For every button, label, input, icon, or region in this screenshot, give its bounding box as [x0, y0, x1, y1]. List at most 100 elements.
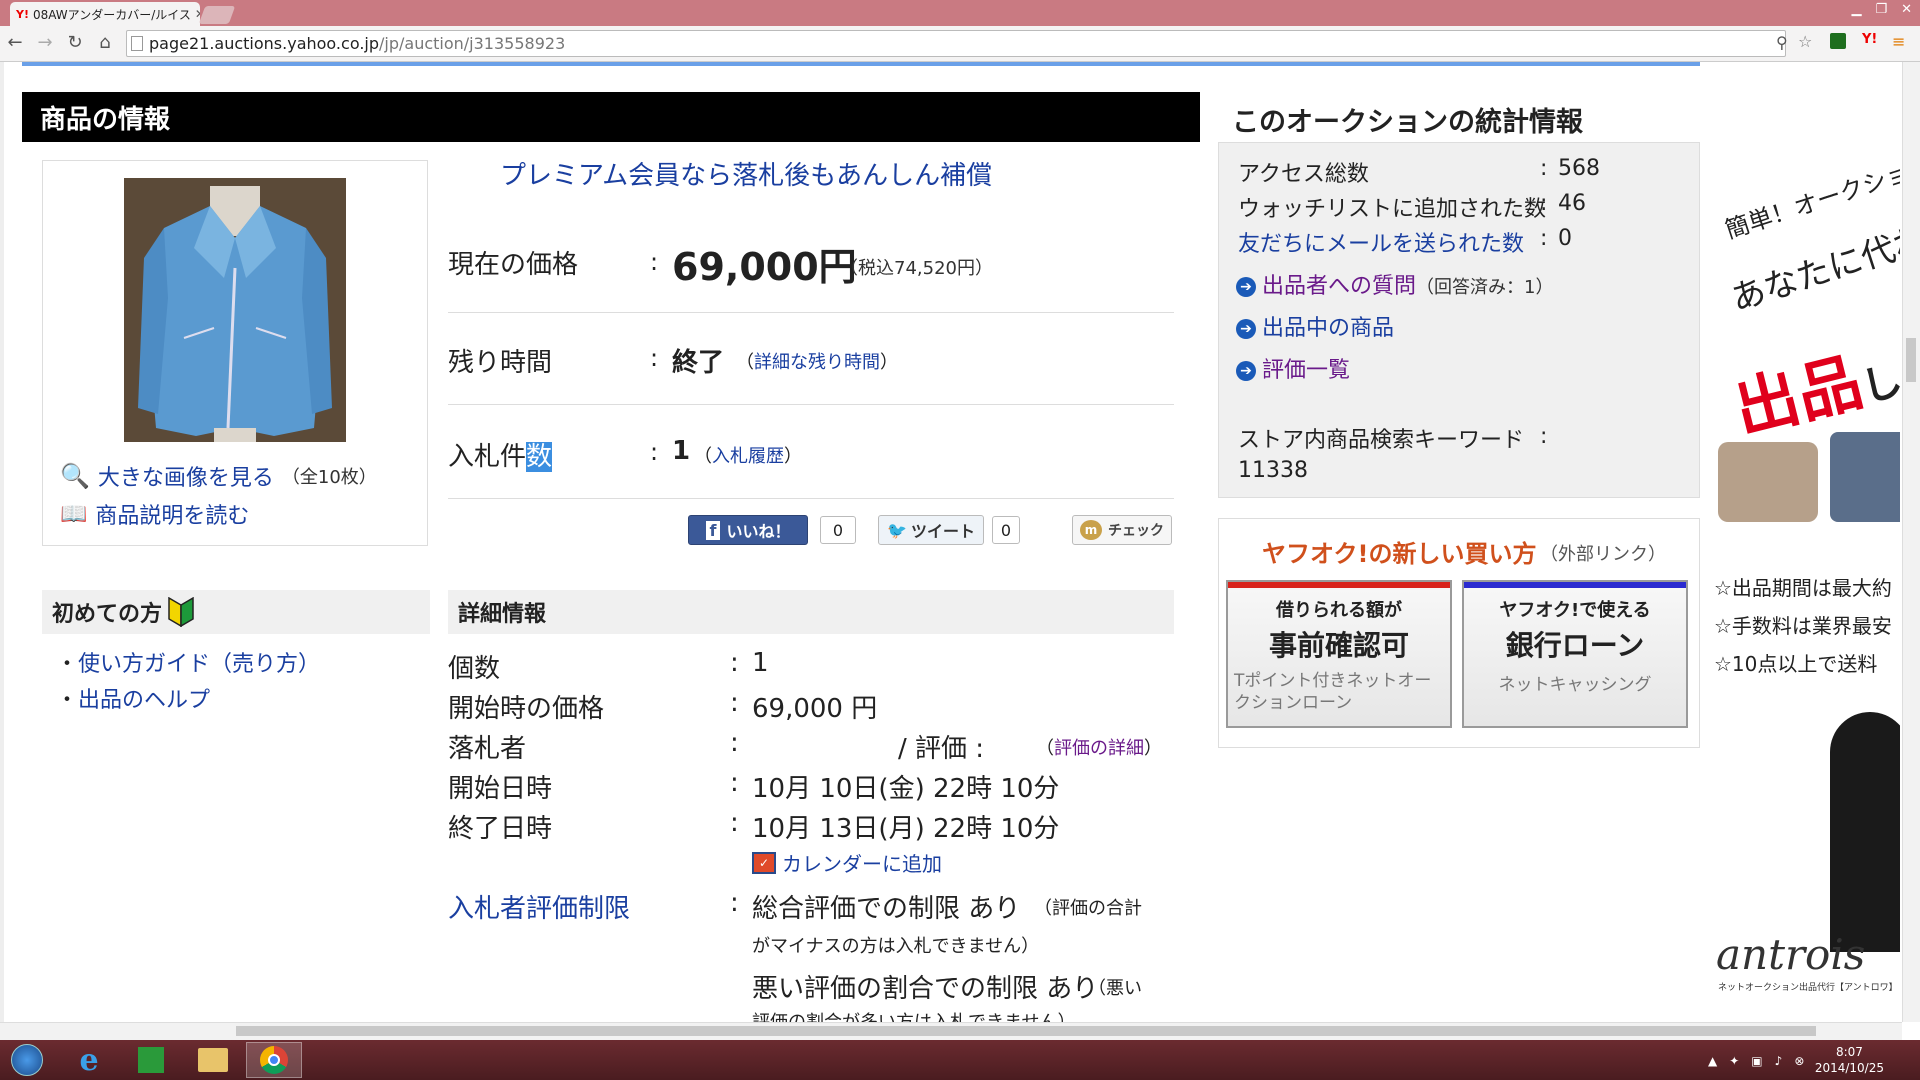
- colon: :: [650, 248, 659, 276]
- close-window-icon[interactable]: ✕: [1901, 2, 1912, 17]
- view-large-label: 大きな画像を見る: [97, 466, 274, 491]
- colon: :: [730, 808, 739, 838]
- store-taskbar-button[interactable]: [126, 1042, 176, 1078]
- restore-icon[interactable]: ❐: [1875, 2, 1887, 17]
- add-calendar-link[interactable]: ✓ カレンダーに追加: [752, 848, 942, 877]
- help-link[interactable]: 出品のヘルプ: [78, 688, 210, 713]
- card1-top: 借りられる額が: [1276, 600, 1402, 621]
- tweet-button[interactable]: 🐦 ツイート: [878, 515, 984, 545]
- guide-item[interactable]: ・使い方ガイド（売り方）: [56, 646, 320, 678]
- network-icon[interactable]: ▣: [1751, 1054, 1762, 1068]
- help-item[interactable]: ・出品のヘルプ: [56, 682, 210, 714]
- window-controls: ▁ ❐ ✕: [1851, 2, 1912, 17]
- back-icon[interactable]: ←: [4, 32, 26, 53]
- vertical-scroll-thumb[interactable]: [1906, 338, 1916, 382]
- tray-app-icon[interactable]: ✦: [1729, 1054, 1739, 1068]
- reload-icon[interactable]: ↻: [64, 32, 86, 53]
- start-button[interactable]: [2, 1042, 52, 1078]
- ie-taskbar-button[interactable]: e: [64, 1042, 114, 1078]
- close-tab-icon[interactable]: ✕: [195, 7, 200, 21]
- card2-top: ヤフオク!で使える: [1499, 600, 1651, 621]
- internet-explorer-icon: e: [79, 1042, 99, 1078]
- tray-arrow-icon[interactable]: ▲: [1708, 1054, 1717, 1068]
- mixi-check-button[interactable]: m チェック: [1072, 515, 1172, 545]
- bidder-restriction-link[interactable]: 入札者評価制限: [448, 888, 630, 925]
- loan-card-bank[interactable]: ヤフオク!で使える 銀行ローン ネットキャッシング: [1462, 580, 1688, 728]
- question-link[interactable]: ➔ 出品者への質問（回答済み：1）: [1236, 268, 1553, 300]
- bookmark-star-icon[interactable]: ☆: [1798, 32, 1812, 51]
- read-description-label: 商品説明を読む: [95, 504, 250, 529]
- premium-guarantee-link[interactable]: プレミアム会員なら落札後もあんしん補償: [500, 155, 992, 192]
- arrow-circle-icon: ➔: [1236, 361, 1256, 381]
- watch-label: ウォッチリストに追加された数: [1238, 197, 1547, 222]
- home-icon[interactable]: ⌂: [94, 32, 116, 53]
- facebook-like-button[interactable]: f いいね！: [688, 515, 808, 545]
- card2-main: 銀行ローン: [1505, 629, 1645, 662]
- horizontal-scroll-thumb[interactable]: [236, 1026, 1816, 1036]
- address-bar[interactable]: page21.auctions.yahoo.co.jp/jp/auction/j…: [126, 30, 1786, 57]
- new-way-note: （外部リンク）: [1540, 544, 1666, 565]
- menu-icon[interactable]: ≡: [1892, 32, 1905, 51]
- tab-strip: [0, 0, 1920, 26]
- start-time-value: 10月 10日(金) 22時 10分: [752, 774, 1060, 804]
- chrome-taskbar-button[interactable]: [246, 1042, 302, 1078]
- twitter-bird-icon: 🐦: [887, 520, 907, 540]
- tweet-label: ツイート: [910, 522, 975, 541]
- taskbar-clock[interactable]: 8:07 2014/10/25: [1815, 1044, 1884, 1076]
- ratings-link[interactable]: ➔ 評価一覧: [1236, 352, 1350, 384]
- restriction-ratio-note-a: （悪い: [1088, 978, 1142, 999]
- price-with-tax: （税込74,520円）: [840, 258, 993, 279]
- extension-icon[interactable]: [1830, 33, 1846, 49]
- zoom-icon[interactable]: ⚲: [1776, 33, 1788, 52]
- card1-sub: Tポイント付きネットオークションローン: [1234, 671, 1432, 713]
- url-path: /jp/auction/j313558923: [379, 34, 566, 53]
- listings-label: 出品中の商品: [1262, 316, 1395, 341]
- product-info-header: 商品の情報: [22, 92, 1200, 142]
- bid-history-link[interactable]: 入札履歴: [712, 446, 784, 467]
- yahoo-extension-icon[interactable]: Y!: [1862, 32, 1877, 47]
- explorer-taskbar-button[interactable]: [188, 1042, 238, 1078]
- view-large-image-link[interactable]: 🔍 大きな画像を見る （全10枚）: [60, 460, 377, 492]
- time-detail-link[interactable]: 詳細な残り時間: [754, 352, 880, 373]
- loan-card-prescreen[interactable]: 借りられる額が 事前確認可 Tポイント付きネットオークションローン: [1226, 580, 1452, 728]
- tweet-count: 0: [992, 516, 1020, 544]
- ratings-label: 評価一覧: [1262, 358, 1351, 383]
- clock-date: 2014/10/25: [1814, 1061, 1884, 1075]
- card-accent: [1228, 582, 1450, 588]
- like-count: 0: [820, 516, 856, 544]
- question-note: （回答済み：1）: [1416, 277, 1554, 298]
- listings-link[interactable]: ➔ 出品中の商品: [1236, 310, 1394, 342]
- start-price-label: 開始時の価格: [448, 694, 605, 724]
- minimize-icon[interactable]: ▁: [1851, 2, 1861, 17]
- windows-logo-icon: [11, 1044, 43, 1076]
- restriction-total-note-b: がマイナスの方は入札できません）: [752, 936, 1040, 957]
- browser-tab[interactable]: Y! 08AWアンダーカバー/ルイス ✕: [10, 2, 200, 26]
- action-center-icon[interactable]: ⊗: [1794, 1054, 1804, 1068]
- rating-detail-link[interactable]: 評価の詳細: [1054, 738, 1144, 759]
- url-host: page21.auctions.yahoo.co.jp: [149, 34, 380, 53]
- forward-icon[interactable]: →: [34, 32, 56, 53]
- page-icon: [131, 36, 143, 51]
- new-way-title: ヤフオク!の新しい買い方: [1262, 540, 1537, 568]
- restriction-total-note-a: （評価の合計: [1034, 898, 1142, 919]
- ad-brand-sub: ネットオークション出品代行【アントロワ】: [1718, 983, 1898, 993]
- ad-banner[interactable]: 簡単！オークション あなたに代わっ 出品し ☆出品期間は最大約 ☆手数料は業界最…: [1710, 62, 1900, 1022]
- time-left-label: 残り時間: [448, 348, 553, 378]
- mail-count-link[interactable]: 友だちにメールを送られた数: [1238, 226, 1524, 258]
- product-image[interactable]: [124, 178, 346, 442]
- beginners-box-header: 初めての方: [42, 590, 430, 634]
- rating-detail-wrap: （評価の詳細）: [1036, 738, 1162, 759]
- divider: [448, 404, 1174, 405]
- bid-count-label-a: 入札件: [448, 442, 527, 472]
- start-price-value: 69,000 円: [752, 694, 878, 724]
- volume-icon[interactable]: ♪: [1775, 1054, 1783, 1068]
- question-label: 出品者への質問: [1262, 274, 1417, 299]
- keyword-label: ストア内商品検索キーワード: [1238, 428, 1525, 453]
- colon: :: [650, 344, 659, 372]
- guide-link[interactable]: 使い方ガイド（売り方）: [78, 652, 320, 677]
- vertical-scrollbar[interactable]: [1902, 62, 1920, 1022]
- restriction-ratio-note-b: 評価の割合が多い方は入札できません）: [752, 1008, 1075, 1022]
- book-icon: 📖: [60, 501, 88, 527]
- colon: :: [730, 768, 739, 798]
- read-description-link[interactable]: 📖 商品説明を読む: [60, 498, 249, 530]
